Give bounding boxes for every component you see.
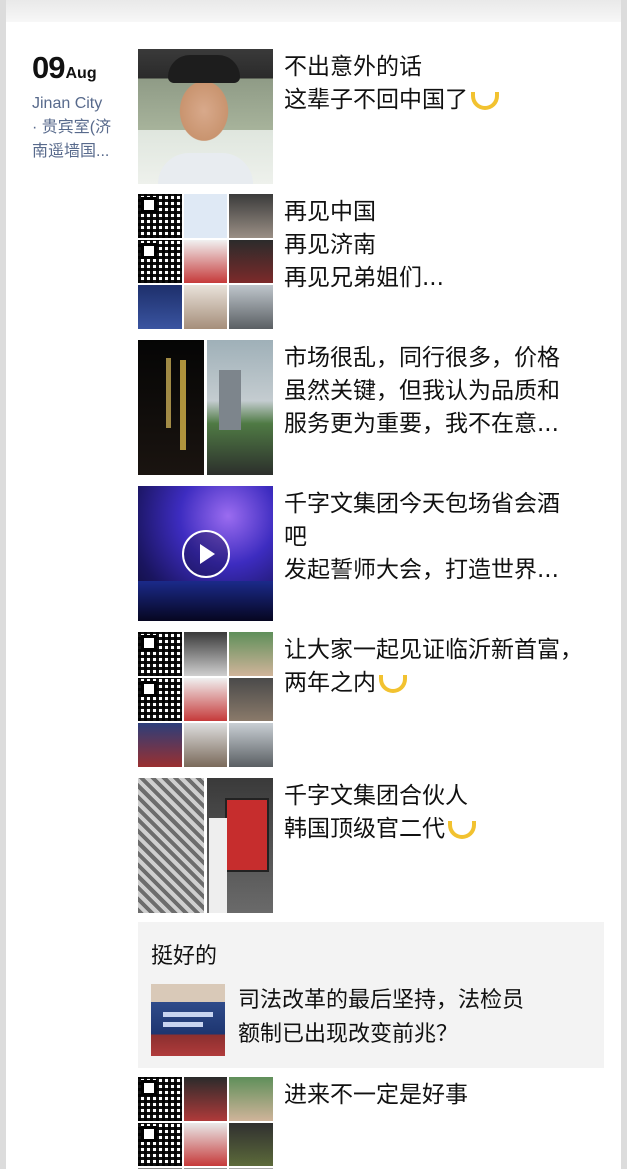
location-line-3[interactable]: 南遥墙国... [32, 140, 132, 164]
people-photo [138, 285, 182, 329]
post-line: 再见济南 [284, 232, 376, 258]
photo-grid-thumb[interactable] [138, 194, 273, 329]
banana-emoji-icon [470, 90, 499, 110]
thumbnail-text-line [163, 1012, 213, 1017]
people-photo [183, 285, 228, 329]
qr-code-photo [138, 632, 182, 676]
office-photo [207, 778, 273, 913]
post-line: 不出意外的话 [284, 54, 422, 80]
people-photo [138, 723, 182, 767]
qr-code-photo [138, 239, 182, 284]
poster-photo [183, 194, 228, 238]
people-photo [229, 632, 273, 676]
post-text: 千字文集团合伙人 韩国顶级官二代 [284, 780, 606, 846]
post-line: 这辈子不回中国了 [284, 87, 468, 113]
car-photo [229, 723, 273, 767]
post-text: 再见中国 再见济南 再见兄弟姐们... [284, 196, 606, 295]
people-photo [183, 1122, 228, 1167]
people-photo [183, 1077, 228, 1121]
building-photo [207, 340, 273, 475]
people-photo [183, 239, 228, 284]
thumbnail-text-line [163, 1022, 203, 1027]
post-line: 两年之内 [284, 670, 376, 696]
post-line: 服务更为重要，我不在意... [284, 411, 559, 437]
date-day: 09 [32, 50, 65, 85]
article-title-line: 额制已出现改变前兆？ [238, 1022, 459, 1047]
people-photo [229, 677, 273, 722]
post-text: 不出意外的话 这辈子不回中国了 [284, 51, 606, 117]
article-thumbnail[interactable] [151, 984, 225, 1056]
post-text: 市场很乱，同行很多，价格 虽然关键，但我认为品质和 服务更为重要，我不在意... [284, 342, 606, 441]
post-line-with-emoji: 韩国顶级官二代 [284, 813, 606, 846]
post-line: 吧 [284, 524, 307, 550]
location-line-1[interactable]: Jinan City [32, 92, 132, 116]
shared-article-card[interactable]: 挺好的 司法改革的最后坚持，法检员 额制已出现改变前兆？ [138, 922, 604, 1068]
post-line: 再见中国 [284, 199, 376, 225]
people-photo [229, 1122, 273, 1167]
post-text: 让大家一起见证临沂新首富， 两年之内 [284, 634, 606, 700]
qr-code-photo [138, 1077, 182, 1121]
post-line: 千字文集团今天包场省会酒 [284, 491, 560, 517]
post-line-with-emoji: 两年之内 [284, 667, 606, 700]
article-title-line: 司法改革的最后坚持，法检员 [238, 988, 525, 1013]
post-text: 进来不一定是好事 [284, 1079, 606, 1112]
night-sign-photo [138, 340, 204, 475]
people-photo [229, 194, 273, 238]
right-edge [621, 0, 627, 1169]
moments-screen: 09Aug Jinan City · 贵宾室(济 南遥墙国... 不出意外的话 … [0, 0, 627, 1169]
car-photo [229, 285, 273, 329]
article-title[interactable]: 司法改革的最后坚持，法检员 额制已出现改变前兆？ [238, 984, 593, 1052]
photo-grid-thumb[interactable] [138, 1077, 273, 1169]
date-month: Aug [65, 65, 97, 82]
post-line-with-emoji: 这辈子不回中国了 [284, 84, 606, 117]
top-bar [0, 0, 627, 22]
date-block: 09Aug Jinan City · 贵宾室(济 南遥墙国... [32, 50, 132, 164]
play-icon[interactable] [182, 530, 230, 578]
post-line: 再见兄弟姐们... [284, 265, 444, 291]
banana-emoji-icon [378, 673, 407, 693]
pattern-photo [183, 632, 228, 676]
location-line-2[interactable]: · 贵宾室(济 [32, 116, 132, 140]
selfie-photo-thumb[interactable] [138, 49, 273, 184]
people-photo [229, 239, 273, 284]
qr-code-photo [138, 1122, 182, 1167]
post-line: 市场很乱，同行很多，价格 [284, 345, 560, 371]
floor-photo [138, 778, 204, 913]
post-line: 千字文集团合伙人 [284, 783, 468, 809]
post-line: 进来不一定是好事 [284, 1082, 468, 1108]
people-photo [183, 723, 228, 767]
date-row: 09Aug [32, 50, 132, 86]
post-line: 发起誓师大会，打造世界... [284, 557, 559, 583]
post-line: 让大家一起见证临沂新首富， [284, 637, 583, 663]
office-photos-thumb[interactable] [138, 778, 273, 913]
share-comment: 挺好的 [151, 944, 218, 969]
building-photos-thumb[interactable] [138, 340, 273, 475]
post-text: 千字文集团今天包场省会酒 吧 发起誓师大会，打造世界... [284, 488, 606, 587]
video-thumb[interactable] [138, 486, 273, 621]
post-line: 虽然关键，但我认为品质和 [284, 378, 560, 404]
photo-grid-thumb[interactable] [138, 632, 273, 767]
post-line: 韩国顶级官二代 [284, 816, 445, 842]
qr-code-photo [138, 194, 182, 238]
qr-code-photo [138, 677, 182, 722]
left-edge [0, 0, 6, 1169]
people-photo [183, 677, 228, 722]
people-photo [229, 1077, 273, 1121]
banana-emoji-icon [447, 819, 476, 839]
